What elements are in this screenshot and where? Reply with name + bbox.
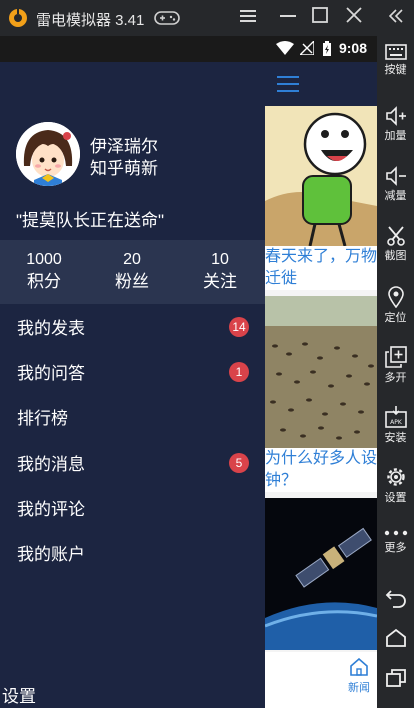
avatar-girl-icon xyxy=(16,122,80,186)
toolbar-location-button[interactable]: 定位 xyxy=(377,286,414,325)
wifi-icon xyxy=(276,41,294,55)
stat-following[interactable]: 10 关注 xyxy=(176,250,264,294)
news-title[interactable]: 为什么好多人设 钟？ xyxy=(265,448,377,492)
signal-icon xyxy=(300,41,314,55)
toolbar-screenshot-button[interactable]: 截图 xyxy=(377,226,414,263)
collapse-icon[interactable] xyxy=(384,6,408,30)
stat-points[interactable]: 1000 积分 xyxy=(0,250,88,294)
stat-value: 10 xyxy=(211,251,229,268)
menu-item-my-messages[interactable]: 我的消息 5 xyxy=(0,440,265,484)
toolbar-install-button[interactable]: APK 安装 xyxy=(377,406,414,445)
nav-back-button[interactable] xyxy=(377,588,414,608)
migration-photo xyxy=(265,296,377,448)
svg-text:APK: APK xyxy=(390,419,403,426)
toolbar-label: 截图 xyxy=(384,250,407,262)
stat-label: 积分 xyxy=(27,272,61,291)
window-title: 雷电模拟器 3.41 xyxy=(36,12,145,29)
menu-item-my-comments[interactable]: 我的评论 xyxy=(0,485,265,529)
toolbar-label: 设置 xyxy=(384,492,407,504)
toolbar-keyboard-button[interactable]: 按键 xyxy=(377,44,414,77)
toolbar-label: 定位 xyxy=(384,312,407,324)
menu-item-label: 我的评论 xyxy=(17,500,85,519)
menu-item-label: 我的发表 xyxy=(17,319,85,338)
volume-up-icon xyxy=(385,106,406,126)
home-tab-icon xyxy=(350,657,368,676)
stat-label: 关注 xyxy=(203,272,237,291)
user-subtitle: 知乎萌新 xyxy=(90,159,158,178)
nav-home-button[interactable] xyxy=(377,628,414,648)
unread-badge: 14 xyxy=(229,317,249,337)
hamburger-menu-icon[interactable] xyxy=(277,76,299,92)
menu-item-my-posts[interactable]: 我的发表 14 xyxy=(0,304,265,348)
news-image-cartoon[interactable] xyxy=(265,106,377,246)
multi-open-icon xyxy=(384,346,407,368)
close-icon[interactable] xyxy=(342,6,366,30)
user-motto: "提莫队长正在送命" xyxy=(16,211,165,230)
menu-item-label: 我的问答 xyxy=(17,364,85,383)
unread-badge: 1 xyxy=(229,362,249,382)
menu-item-my-qa[interactable]: 我的问答 1 xyxy=(0,349,265,393)
toolbar-volume-up-button[interactable]: 加量 xyxy=(377,106,414,143)
recent-apps-icon xyxy=(385,669,406,687)
menu-item-label: 我的账户 xyxy=(17,545,85,564)
settings-link[interactable]: 设置 xyxy=(2,682,36,707)
back-icon xyxy=(385,590,406,608)
tab-news[interactable]: 新闻 xyxy=(345,657,373,695)
navigation-drawer: 伊泽瑞尔 知乎萌新 "提莫队长正在送命" 1000 积分 20 粉丝 10 关注… xyxy=(0,62,265,708)
more-icon xyxy=(384,530,407,536)
maximize-icon[interactable] xyxy=(308,6,332,30)
news-title-line: 钟？ xyxy=(265,472,298,489)
toolbar-more-button[interactable]: 更多 xyxy=(377,528,414,555)
keyboard-icon xyxy=(384,44,407,60)
news-title-line: 春天来了，万物 xyxy=(265,248,377,265)
battery-icon xyxy=(323,41,331,56)
location-icon xyxy=(387,286,404,308)
toolbar-label: 加量 xyxy=(384,130,407,142)
cartoon-illustration xyxy=(265,106,377,246)
unread-badge: 5 xyxy=(229,453,249,473)
bottom-nav: 新闻 xyxy=(265,652,377,708)
apk-install-icon: APK xyxy=(384,406,407,428)
toolbar-label: 减量 xyxy=(384,190,407,202)
news-image-migration[interactable] xyxy=(265,296,377,448)
toolbar-label: 安装 xyxy=(384,432,407,444)
stat-label: 粉丝 xyxy=(115,272,149,291)
toolbar-settings-button[interactable]: 设置 xyxy=(377,466,414,505)
user-stats: 1000 积分 20 粉丝 10 关注 xyxy=(0,240,265,304)
scissors-icon xyxy=(386,226,405,246)
nav-recent-apps-button[interactable] xyxy=(377,668,414,688)
minimize-icon[interactable] xyxy=(276,6,300,30)
stat-followers[interactable]: 20 粉丝 xyxy=(88,250,176,294)
news-title-line: 迁徙 xyxy=(265,270,298,287)
home-icon xyxy=(385,628,406,647)
satellite-photo xyxy=(265,498,377,650)
toolbar-label: 按键 xyxy=(384,64,407,76)
news-title[interactable]: 春天来了，万物 迁徙 xyxy=(265,246,377,290)
tab-news-label: 新闻 xyxy=(348,682,370,694)
gear-icon xyxy=(386,468,405,486)
toolbar-volume-down-button[interactable]: 减量 xyxy=(377,166,414,203)
menu-item-leaderboard[interactable]: 排行榜 xyxy=(0,394,265,438)
stat-value: 20 xyxy=(123,251,141,268)
news-image-satellite[interactable] xyxy=(265,498,377,650)
gamepad-icon[interactable] xyxy=(154,10,180,26)
emulator-toolbar: 按键 加量 减量 截图 定位 多开 APK 安装 设置 更多 xyxy=(377,36,414,708)
stat-value: 1000 xyxy=(26,251,62,268)
emulator-titlebar: 雷电模拟器 3.41 xyxy=(0,0,414,36)
toolbar-multi-open-button[interactable]: 多开 xyxy=(377,346,414,385)
emulator-logo-icon xyxy=(9,8,27,27)
avatar[interactable] xyxy=(16,122,80,186)
app-bar xyxy=(265,62,377,106)
news-feed: 春天来了，万物 迁徙 为什么好多人设 钟？ 新闻 xyxy=(265,62,377,708)
status-time: 9:08 xyxy=(338,40,367,56)
news-title-line: 为什么好多人设 xyxy=(265,450,377,467)
toolbar-label: 更多 xyxy=(384,542,407,554)
menu-item-label: 排行榜 xyxy=(17,409,68,428)
menu-item-label: 我的消息 xyxy=(17,455,85,474)
volume-down-icon xyxy=(385,166,406,186)
menu-item-my-account[interactable]: 我的账户 xyxy=(0,530,265,574)
android-statusbar: 9:08 xyxy=(0,36,377,62)
toolbar-label: 多开 xyxy=(384,372,407,384)
menu-icon[interactable] xyxy=(236,6,260,30)
